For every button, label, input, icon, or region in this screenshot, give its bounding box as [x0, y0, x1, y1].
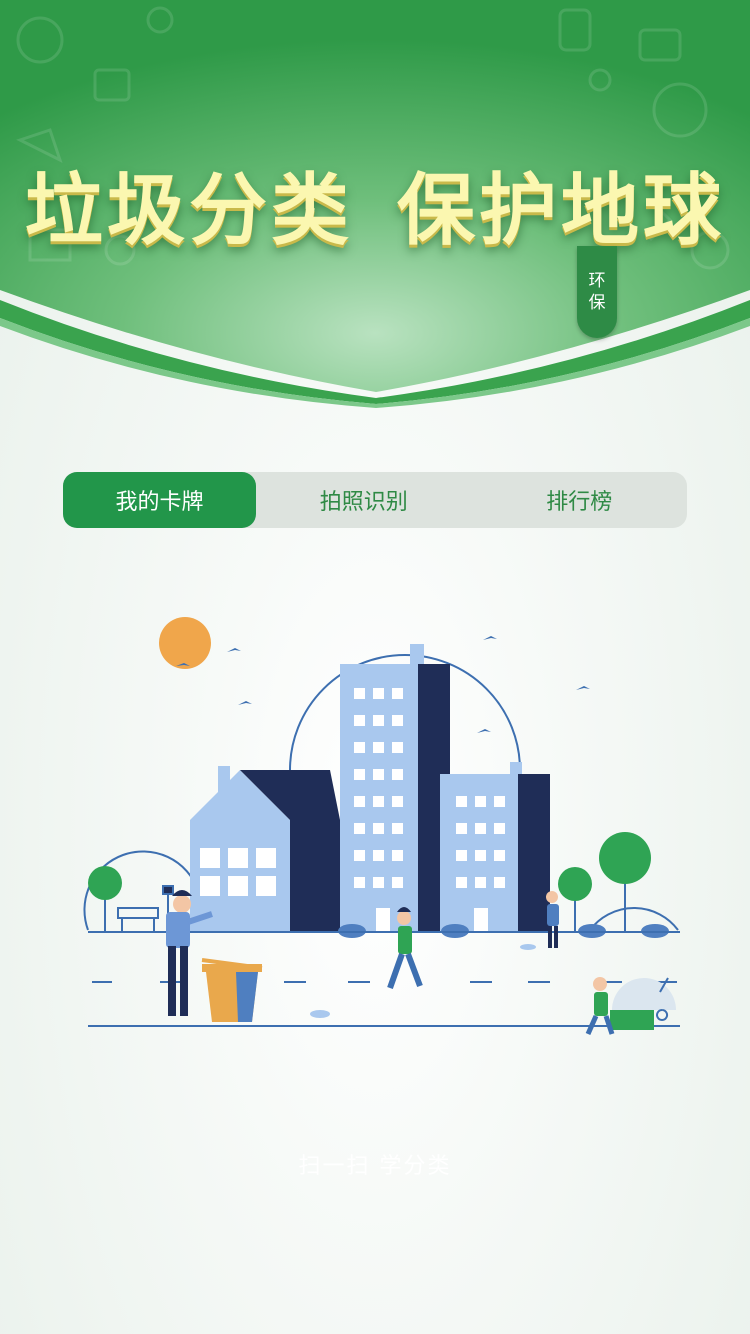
park-bench: [117, 885, 174, 932]
banner-title-right: 保护地球: [397, 166, 726, 256]
banner-title-left: 垃圾分类: [24, 166, 353, 256]
tab-bar: 我的卡牌 拍照识别 排行榜: [63, 472, 687, 528]
scan-hint: 扫一扫 学分类: [298, 1154, 452, 1179]
header-banner: 垃圾分类 保护地球 环保: [0, 0, 750, 410]
sun-icon: [159, 617, 211, 669]
tab-my-cards[interactable]: 我的卡牌: [63, 472, 256, 528]
tab-photo-recognition[interactable]: 拍照识别: [256, 472, 472, 528]
house-building: [190, 766, 340, 932]
tab-leaderboard-label: 排行榜: [546, 490, 613, 515]
banner-title: 垃圾分类 保护地球: [0, 148, 750, 260]
eco-bookmark-badge: 环保: [577, 246, 617, 338]
tall-tower-building: [340, 644, 450, 932]
tab-my-cards-label: 我的卡牌: [115, 490, 204, 515]
office-building: [440, 762, 550, 932]
tab-leaderboard[interactable]: 排行榜: [472, 472, 688, 528]
trash-bin-icon: [201, 958, 263, 1022]
tab-photo-recognition-label: 拍照识别: [319, 490, 408, 515]
bookmark-text: 环保: [588, 271, 606, 313]
person-reading: [546, 891, 559, 948]
city-illustration: [83, 617, 680, 1036]
